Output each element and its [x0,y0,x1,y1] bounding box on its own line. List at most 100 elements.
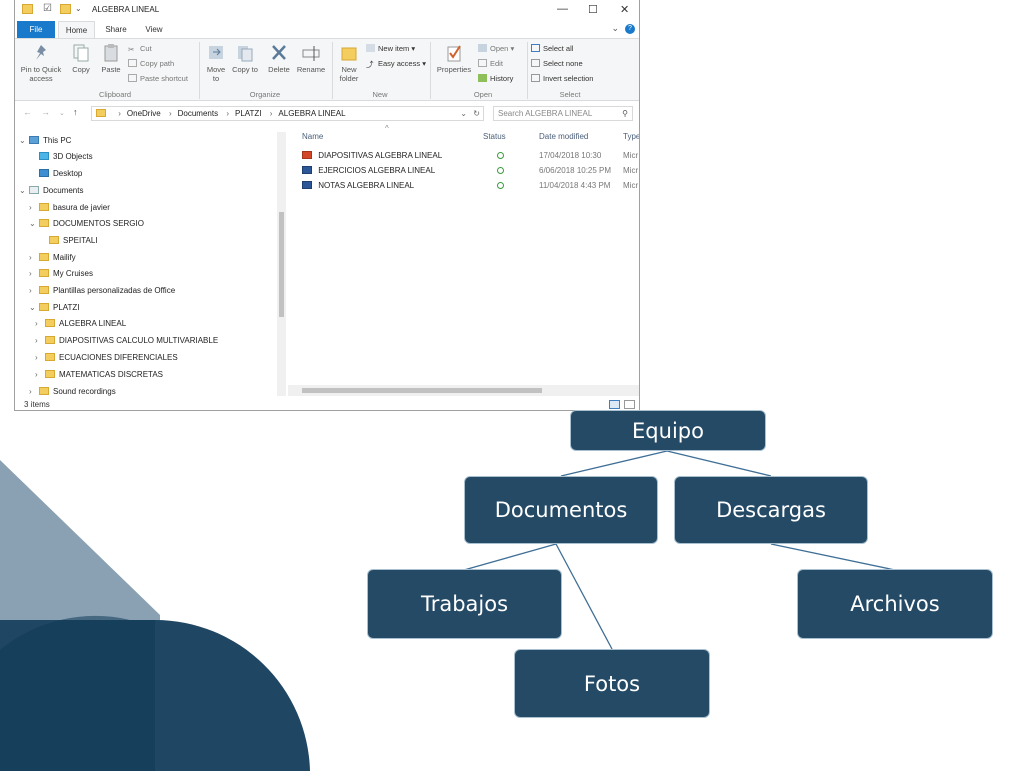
tree-item-algebra-lineal[interactable]: › ALGEBRA LINEAL [35,316,126,332]
easy-access-button[interactable]: ⤴ Easy access ▾ [366,58,426,69]
delete-x-icon [270,43,288,63]
delete-button[interactable]: Delete [266,43,292,74]
paste-button[interactable]: Paste [97,43,125,74]
close-button[interactable]: ✕ [620,3,629,16]
breadcrumb-onedrive[interactable]: OneDrive [127,109,161,118]
column-type[interactable]: Type [623,132,639,141]
minimize-button[interactable]: — [557,3,568,15]
history-icon [478,74,487,82]
tree-item-platzi[interactable]: ⌄ PLATZI [29,300,80,316]
column-date-modified[interactable]: Date modified [539,132,588,141]
desktop-icon [39,169,49,177]
scrollbar-thumb[interactable] [302,388,542,393]
tree-item-3d-objects[interactable]: 3D Objects [29,149,93,165]
tree-scrollbar[interactable] [277,132,286,396]
ribbon-tabs: File Home Share View ⌄ ? [15,21,639,38]
tree-item-speitali[interactable]: SPEITALI [39,233,98,249]
breadcrumb-algebra-lineal[interactable]: ALGEBRA LINEAL [278,109,345,118]
breadcrumb-separator-icon: › [168,109,172,118]
breadcrumb-platzi[interactable]: PLATZI [235,109,262,118]
tree-item-diapositivas-calculo[interactable]: › DIAPOSITIVAS CALCULO MULTIVARIABLE [35,333,218,349]
history-button[interactable]: History [478,73,513,84]
breadcrumb-documents[interactable]: Documents [178,109,218,118]
cut-label: Cut [140,44,152,53]
copy-button[interactable]: Copy [67,43,95,74]
move-to-button[interactable]: Move to [203,43,229,83]
invert-selection-button[interactable]: Invert selection [531,73,593,84]
rename-button[interactable]: Rename [296,43,326,74]
sort-ascending-icon: ^ [385,124,389,133]
table-row[interactable]: DIAPOSITIVAS ALGEBRA LINEAL 17/04/2018 1… [302,148,639,163]
search-placeholder: Search ALGEBRA LINEAL [498,109,593,118]
tree-item-plantillas[interactable]: › Plantillas personalizadas de Office [29,283,175,299]
cut-button[interactable]: ✂ Cut [128,43,152,54]
divider [199,42,200,99]
tree-item-ecuaciones[interactable]: › ECUACIONES DIFERENCIALES [35,350,178,366]
new-folder-quick-icon[interactable] [60,4,71,14]
title-bar: ☑ ⌄ ALGEBRA LINEAL — ☐ ✕ [15,0,639,21]
open-button[interactable]: Open ▾ [478,43,514,54]
properties-quick-icon[interactable]: ☑ [43,3,52,14]
help-icon[interactable]: ? [625,24,635,34]
navigation-pane: ⌄ This PC 3D Objects Desktop ⌄ Documents ›… [15,128,290,398]
folder-icon [96,109,106,117]
copy-to-button[interactable]: Copy to [232,43,258,74]
word-file-icon [302,166,312,174]
address-dropdown-icon[interactable]: ⌄ [460,107,467,120]
tree-item-this-pc[interactable]: ⌄ This PC [19,133,71,149]
tab-view[interactable]: View [137,21,171,38]
copy-icon [72,43,90,63]
tab-home[interactable]: Home [58,21,95,38]
paste-label: Paste [101,65,121,74]
copy-label: Copy [72,65,90,74]
recent-locations-chevron-icon[interactable]: ⌄ [59,109,65,117]
tab-file[interactable]: File [17,21,55,38]
select-none-button[interactable]: Select none [531,58,583,69]
tab-share[interactable]: Share [99,21,133,38]
details-view-icon[interactable] [609,400,620,409]
easy-access-icon: ⤴ [366,60,374,69]
tree-item-my-cruises[interactable]: › My Cruises [29,266,93,282]
tree-item-matematicas[interactable]: › MATEMATICAS DISCRETAS [35,367,163,383]
file-list-scrollbar[interactable] [288,385,639,396]
maximize-button[interactable]: ☐ [588,3,598,16]
up-arrow-icon[interactable]: ↑ [73,107,78,117]
tree-label: DIAPOSITIVAS CALCULO MULTIVARIABLE [59,336,219,345]
search-input[interactable]: Search ALGEBRA LINEAL ⚲ [493,106,633,121]
back-arrow-icon[interactable]: ← [23,107,32,117]
pin-quick-access-button[interactable]: Pin to Quick access [19,43,63,83]
move-to-label: Move to [206,65,226,83]
file-name: EJERCICIOS ALGEBRA LINEAL [318,166,436,175]
paste-shortcut-button[interactable]: Paste shortcut [128,73,188,84]
divider [430,42,431,99]
table-row[interactable]: EJERCICIOS ALGEBRA LINEAL 6/06/2018 10:2… [302,163,639,178]
select-all-label: Select all [543,44,574,53]
tree-label: This PC [43,136,72,145]
address-bar[interactable]: › OneDrive › Documents › PLATZI › ALGEBRA LI… [91,106,484,121]
new-folder-button[interactable]: New folder [336,43,362,83]
customize-toolbar-icon[interactable]: ⌄ [75,4,82,13]
refresh-icon[interactable]: ↻ [473,107,480,120]
copy-path-button[interactable]: Copy path [128,58,174,69]
column-status[interactable]: Status [483,132,506,141]
scissors-icon: ✂ [128,45,135,54]
scrollbar-thumb[interactable] [279,212,284,317]
tree-item-mailify[interactable]: › Mailify [29,250,76,266]
node-fotos: Fotos [514,649,710,718]
new-item-button[interactable]: New item ▾ [366,43,415,54]
tree-item-basura-de-javier[interactable]: › basura de javier [29,200,110,216]
large-icons-view-icon[interactable] [624,400,635,409]
node-trabajos: Trabajos [367,569,562,639]
tree-item-documentos-sergio[interactable]: ⌄ DOCUMENTOS SERGIO [29,216,144,232]
column-name[interactable]: Name [302,132,323,141]
properties-button[interactable]: Properties [435,43,473,74]
tree-item-documents[interactable]: ⌄ Documents [19,183,83,199]
forward-arrow-icon[interactable]: → [41,107,50,117]
edit-button[interactable]: Edit [478,58,503,69]
tree-item-desktop[interactable]: Desktop [29,166,82,182]
select-all-button[interactable]: Select all [531,43,573,54]
chevron-down-icon[interactable]: ⌄ [611,23,619,34]
table-row[interactable]: NOTAS ALGEBRA LINEAL 11/04/2018 4:43 PM … [302,178,639,193]
file-date: 11/04/2018 4:43 PM [539,181,611,190]
properties-icon [445,43,463,63]
